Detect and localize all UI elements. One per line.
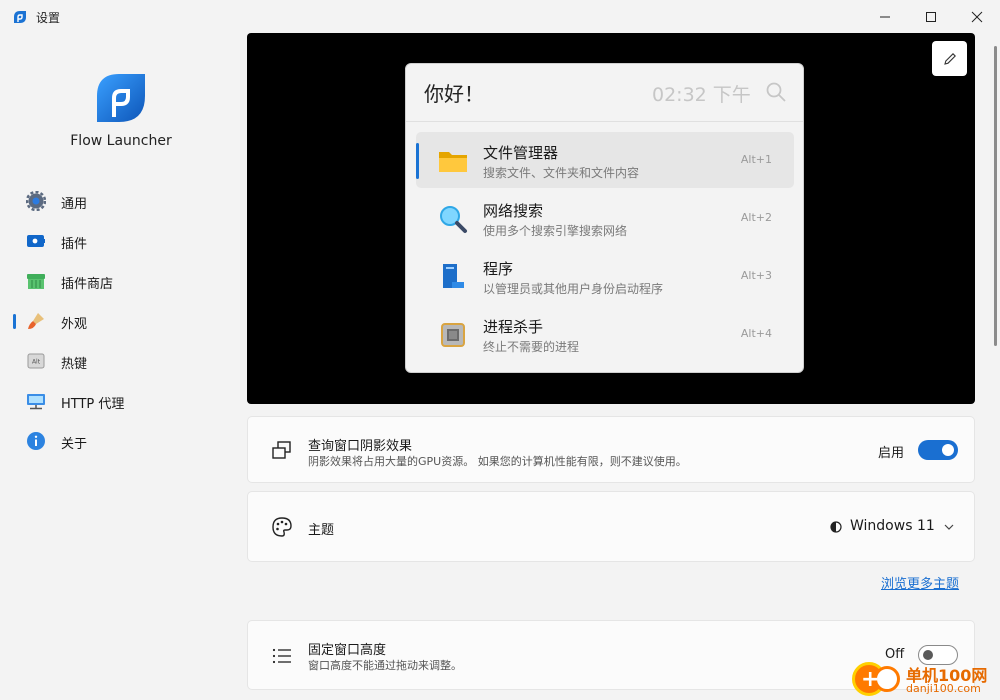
- paintbrush-icon: [28, 313, 44, 329]
- minimize-button[interactable]: [862, 0, 908, 33]
- plus-icon: +: [861, 667, 880, 692]
- shadow-toggle[interactable]: [918, 440, 958, 460]
- result-subtitle: 以管理员或其他用户身份启动程序: [483, 282, 664, 296]
- sidebar-item-plugins[interactable]: 插件: [0, 223, 240, 259]
- sidebar-item-label: 插件商店: [61, 277, 114, 292]
- result-subtitle: 搜索文件、文件夹和文件内容: [483, 166, 640, 180]
- close-button[interactable]: [954, 0, 1000, 33]
- toggle-state-label: 启用: [878, 446, 905, 461]
- cpu-icon: [441, 323, 465, 347]
- result-title: 进程杀手: [483, 318, 544, 336]
- clock-text: 02:32 下午: [652, 84, 751, 106]
- sidebar-item-label: 热键: [61, 357, 88, 372]
- result-item-web-search: 网络搜索 使用多个搜索引擎搜索网络 Alt+2: [416, 190, 794, 246]
- result-item-programs: 程序 以管理员或其他用户身份启动程序 Alt+3: [416, 248, 794, 304]
- plugin-icon: [27, 235, 45, 247]
- shadow-effect-card: 查询窗口阴影效果 阴影效果将占用大量的GPU资源。 如果您的计算机性能有限，则不…: [247, 416, 975, 483]
- sidebar-item-about[interactable]: 关于: [0, 423, 240, 459]
- setting-description: 窗口高度不能通过拖动来调整。: [308, 659, 462, 672]
- book-icon: [443, 264, 464, 288]
- result-title: 程序: [483, 260, 514, 278]
- result-item-process-killer: 进程杀手 终止不需要的进程 Alt+4: [416, 306, 794, 362]
- sidebar-item-label: HTTP 代理: [61, 397, 125, 412]
- pencil-icon: [943, 52, 956, 65]
- sidebar-item-http-proxy[interactable]: HTTP 代理: [0, 383, 240, 419]
- watermark-url: danji100.com: [906, 682, 981, 695]
- theme-select[interactable]: Windows 11: [826, 514, 966, 540]
- selection-indicator: [13, 314, 16, 329]
- setting-description: 阴影效果将占用大量的GPU资源。 如果您的计算机性能有限，则不建议使用。: [308, 455, 687, 468]
- edit-theme-button[interactable]: [932, 41, 967, 76]
- network-icon: [27, 394, 45, 410]
- theme-contrast-icon: [830, 521, 842, 533]
- setting-title: 查询窗口阴影效果: [308, 439, 413, 454]
- sidebar-item-store[interactable]: 插件商店: [0, 263, 240, 299]
- close-icon: [971, 11, 983, 22]
- gear-icon: [26, 191, 46, 211]
- result-hotkey: Alt+2: [740, 211, 772, 224]
- browse-more-themes-link[interactable]: 浏览更多主题: [881, 573, 959, 592]
- launcher-window-preview: 你好！ 02:32 下午 文件管理器 搜索文件、文件夹和文件内容 Alt+1 网…: [405, 63, 804, 373]
- result-hotkey: Alt+4: [740, 327, 772, 340]
- theme-select-value: Windows 11: [850, 518, 935, 534]
- selection-indicator: [416, 143, 419, 179]
- result-title: 文件管理器: [483, 144, 559, 162]
- watermark-logo: + 单机100网 danji100.com: [850, 660, 1000, 700]
- result-item-file-manager: 文件管理器 搜索文件、文件夹和文件内容 Alt+1: [416, 132, 794, 188]
- maximize-button[interactable]: [908, 0, 954, 33]
- query-text: 你好！: [424, 82, 484, 106]
- sidebar-item-hotkeys[interactable]: Alt 热键: [0, 343, 240, 379]
- setting-title: 主题: [308, 523, 335, 538]
- info-icon: [27, 432, 45, 450]
- window-title: 设置: [36, 11, 61, 25]
- svg-text:Alt: Alt: [32, 359, 41, 366]
- store-icon: [27, 274, 45, 289]
- maximize-icon: [926, 11, 936, 22]
- result-hotkey: Alt+3: [740, 269, 772, 282]
- result-subtitle: 终止不需要的进程: [483, 340, 580, 354]
- sidebar-item-label: 外观: [61, 317, 88, 332]
- sidebar-item-appearance[interactable]: 外观: [0, 303, 240, 339]
- sidebar: Flow Launcher 通用 插件 插件商店 外观 Alt 热键 HTTP …: [0, 33, 240, 700]
- theme-card: 主题 Windows 11: [247, 491, 975, 562]
- result-subtitle: 使用多个搜索引擎搜索网络: [483, 224, 628, 238]
- app-logo-icon: [14, 11, 26, 23]
- chevron-down-icon: [944, 524, 954, 530]
- result-hotkey: Alt+1: [740, 153, 772, 166]
- title-bar: 设置: [0, 0, 1000, 33]
- brand-name: Flow Launcher: [70, 133, 172, 149]
- sidebar-item-general[interactable]: 通用: [0, 183, 240, 219]
- minimize-icon: [880, 16, 890, 17]
- folder-icon: [439, 152, 467, 172]
- sidebar-item-label: 插件: [61, 237, 88, 252]
- flow-launcher-logo-icon: [97, 74, 145, 122]
- scrollbar[interactable]: [994, 46, 997, 346]
- setting-title: 固定窗口高度: [308, 643, 387, 658]
- shadow-window-icon: [272, 441, 291, 459]
- sidebar-item-label: 关于: [61, 437, 88, 452]
- list-icon: [272, 648, 291, 664]
- magnifier-icon: [440, 206, 467, 233]
- divider: [406, 121, 803, 122]
- search-icon: [766, 82, 786, 102]
- sidebar-item-label: 通用: [61, 197, 88, 212]
- palette-icon: [272, 517, 292, 537]
- result-title: 网络搜索: [483, 202, 544, 220]
- keyboard-icon: Alt: [27, 353, 45, 369]
